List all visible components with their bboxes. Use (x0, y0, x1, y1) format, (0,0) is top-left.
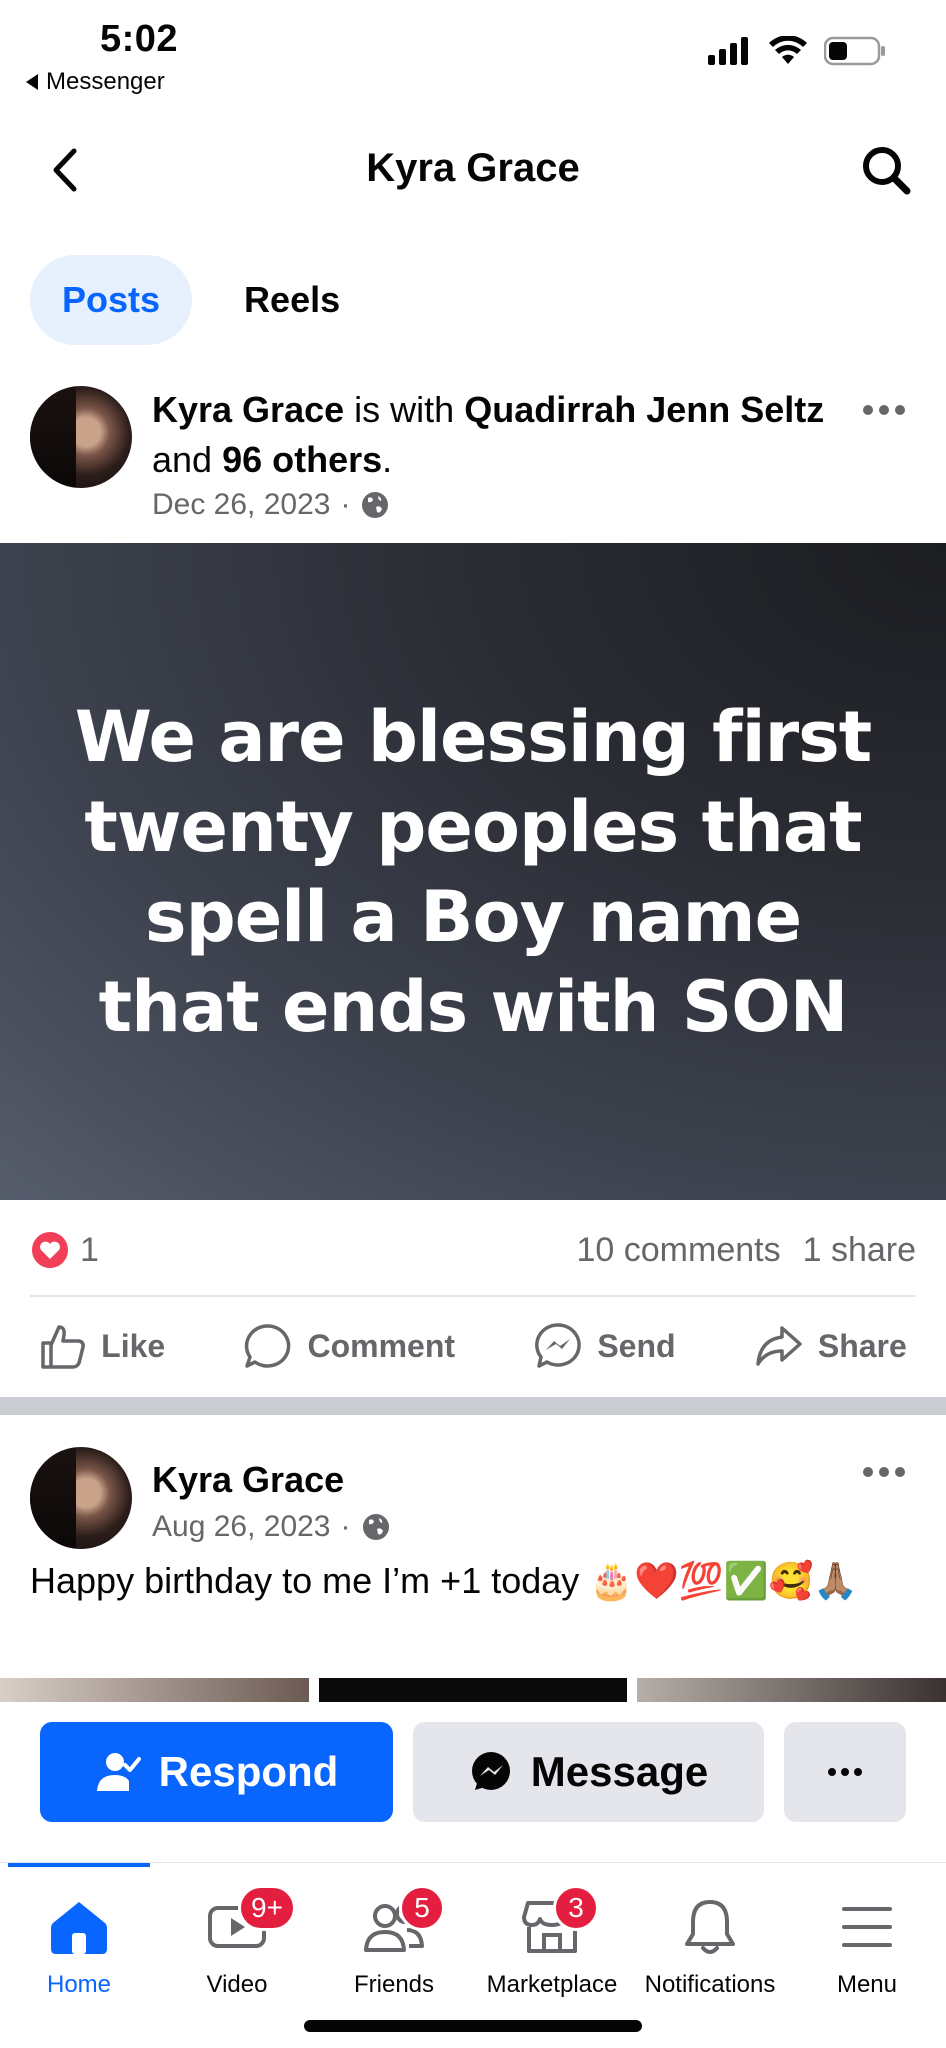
search-button[interactable] (856, 140, 916, 200)
tab-posts[interactable]: Posts (30, 255, 193, 345)
photo-strip (0, 1678, 946, 1702)
messenger-icon (471, 1752, 510, 1790)
tab-menu[interactable]: Menu (788, 1891, 946, 1999)
author-name-link[interactable]: Kyra Grace (152, 1459, 344, 1500)
post-photo[interactable] (637, 1678, 946, 1702)
share-arrow-icon (756, 1326, 802, 1366)
message-button[interactable]: Message (413, 1722, 764, 1822)
post-author-line: Kyra Grace is with Quadirrah Jenn Seltz … (152, 385, 826, 485)
tab-label: Video (206, 1971, 268, 1998)
profile-actions-bar: Respond Message (0, 1710, 946, 1850)
bottom-tab-bar: Home 9+ Video 5 Friends 3 Marketplace No… (0, 1862, 946, 2048)
active-tab-indicator (8, 1863, 150, 1867)
tab-video[interactable]: 9+ Video (158, 1885, 316, 1999)
comment-label: Comment (307, 1327, 456, 1364)
share-button[interactable]: Share (754, 1324, 907, 1368)
home-indicator[interactable] (304, 2020, 642, 2032)
status-bar: 5:02 Messenger (0, 0, 946, 100)
post-background-card[interactable]: We are blessing first twenty peoples tha… (0, 543, 946, 1200)
signal-icon (708, 37, 748, 65)
post-options-button[interactable] (854, 390, 914, 430)
post-meta: Dec 26, 2023 · (152, 488, 390, 522)
tab-friends[interactable]: 5 Friends (315, 1885, 473, 1999)
status-time: 5:02 (100, 18, 179, 60)
hamburger-menu-icon (842, 1907, 892, 1947)
more-horizontal-icon (863, 405, 905, 415)
respond-button[interactable]: Respond (40, 1722, 393, 1822)
status-icons (708, 36, 886, 66)
reactions-row: 1 10 comments 1 share (30, 1222, 916, 1278)
tab-label: Home (46, 1971, 112, 1998)
post-2-text: Happy birthday to me I’m +1 today 🎂❤️💯✅🥰… (30, 1560, 859, 1601)
more-horizontal-icon (863, 1467, 905, 1477)
wifi-icon (769, 36, 807, 64)
globe-icon (362, 492, 389, 518)
notification-badge: 9+ (238, 1885, 296, 1931)
and-text: and (152, 439, 213, 480)
globe-icon (362, 1514, 389, 1540)
comments-count[interactable]: 10 comments (577, 1231, 781, 1270)
tab-label: Marketplace (486, 1971, 618, 1998)
notification-badge: 5 (399, 1885, 445, 1931)
with-text: is with (354, 389, 455, 430)
tab-reels[interactable]: Reels (212, 255, 372, 345)
reaction-summary[interactable]: 1 (30, 1230, 99, 1270)
period: . (382, 439, 393, 480)
post-background-text: We are blessing first twenty peoples tha… (74, 695, 872, 1048)
person-check-icon (96, 1753, 141, 1791)
battery-icon (824, 36, 885, 66)
comment-bubble-icon (245, 1324, 291, 1368)
post-author-line: Kyra Grace (152, 1455, 826, 1505)
back-app-label: Messenger (46, 68, 165, 95)
send-label: Send (597, 1327, 676, 1364)
tab-marketplace[interactable]: 3 Marketplace (473, 1885, 631, 1999)
post-actions: Like Comment Send Share (0, 1318, 946, 1374)
tab-label: Menu (836, 1971, 898, 1998)
send-button[interactable]: Send (533, 1321, 676, 1371)
search-icon (863, 147, 911, 195)
page-title: Kyra Grace (366, 146, 580, 190)
message-label: Message (530, 1748, 709, 1795)
meta-dot: · (340, 488, 351, 521)
more-options-button[interactable] (784, 1722, 906, 1822)
messenger-icon (535, 1323, 582, 1368)
avatar[interactable] (30, 386, 132, 488)
post-separator (0, 1397, 946, 1415)
avatar[interactable] (30, 1447, 132, 1549)
like-label: Like (101, 1327, 166, 1364)
bell-icon (685, 1900, 735, 1954)
author-name-link[interactable]: Kyra Grace (152, 389, 344, 430)
engagement-counts: 10 comments 1 share (577, 1231, 917, 1270)
comment-button[interactable]: Comment (243, 1322, 455, 1370)
post-options-button[interactable] (854, 1452, 914, 1492)
meta-dot: · (340, 1510, 351, 1543)
post-meta: Aug 26, 2023 · (152, 1510, 391, 1544)
love-reaction-icon (30, 1230, 70, 1270)
back-to-app-link[interactable]: Messenger (26, 68, 165, 96)
like-button[interactable]: Like (39, 1323, 165, 1369)
more-horizontal-icon (828, 1768, 862, 1776)
content-tabs: Posts Reels (30, 255, 372, 345)
post-date[interactable]: Aug 26, 2023 (152, 1510, 331, 1544)
thumbs-up-icon (41, 1325, 86, 1369)
tab-home[interactable]: Home (0, 1891, 158, 1999)
others-link[interactable]: 96 others (222, 439, 382, 480)
post-photo[interactable] (318, 1678, 628, 1702)
shares-count[interactable]: 1 share (803, 1231, 916, 1270)
notification-badge: 3 (553, 1885, 599, 1931)
reaction-count: 1 (80, 1230, 99, 1269)
tab-label: Friends (353, 1971, 435, 1998)
tagged-person-link[interactable]: Quadirrah Jenn Seltz (464, 389, 824, 430)
home-icon (51, 1902, 107, 1954)
back-triangle-icon (26, 74, 38, 90)
tab-label: Notifications (644, 1971, 776, 1998)
profile-header: Kyra Grace (0, 130, 946, 210)
divider (30, 1295, 916, 1297)
post-date[interactable]: Dec 26, 2023 (152, 488, 330, 522)
tab-notifications[interactable]: Notifications (631, 1891, 789, 1999)
post-photo[interactable] (0, 1678, 309, 1702)
respond-label: Respond (158, 1748, 339, 1795)
share-label: Share (817, 1327, 907, 1364)
